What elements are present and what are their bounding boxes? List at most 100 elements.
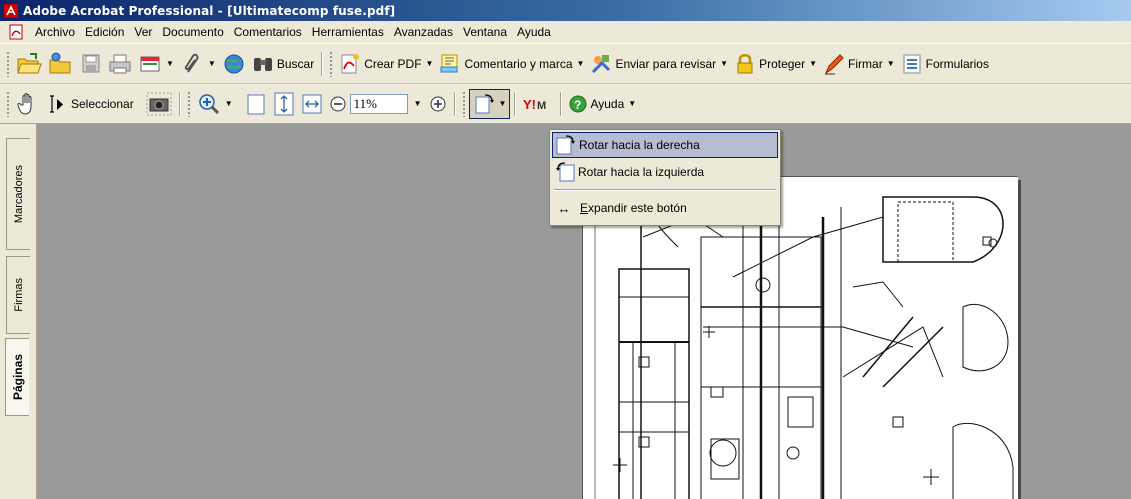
help-icon: ? bbox=[569, 95, 587, 112]
menu-ver[interactable]: Ver bbox=[129, 22, 157, 42]
hand-tool-button[interactable] bbox=[13, 90, 43, 118]
search-label: Buscar bbox=[276, 56, 315, 71]
menu-item-rotate-left[interactable]: Rotar hacia la izquierda bbox=[552, 159, 778, 185]
fit-width-button[interactable] bbox=[298, 90, 326, 118]
window-title: Adobe Acrobat Professional - [Ultimateco… bbox=[23, 3, 396, 18]
tab-marcadores[interactable]: Marcadores bbox=[6, 138, 30, 250]
fit-page-button[interactable] bbox=[270, 90, 298, 118]
title-bar: Adobe Acrobat Professional - [Ultimateco… bbox=[0, 0, 1131, 21]
save-disk-icon bbox=[82, 54, 100, 72]
comment-icon bbox=[440, 54, 458, 72]
plus-circle-icon bbox=[430, 96, 446, 111]
svg-text:M: M bbox=[537, 100, 546, 112]
toolbar-separator bbox=[560, 91, 563, 116]
pen-icon bbox=[824, 53, 844, 74]
chevron-down-icon[interactable]: ▼ bbox=[225, 99, 233, 108]
comment-markup-button[interactable]: Comentario y marca ▼ bbox=[436, 50, 587, 78]
paperclip-icon bbox=[184, 53, 199, 73]
attach-button[interactable]: ▼ bbox=[177, 50, 219, 78]
menu-comentarios[interactable]: Comentarios bbox=[229, 22, 307, 42]
sign-label: Firmar bbox=[848, 56, 883, 71]
menu-ayuda[interactable]: Ayuda bbox=[512, 22, 556, 42]
sign-button[interactable]: Firmar ▼ bbox=[820, 50, 898, 78]
minus-circle-icon bbox=[330, 96, 346, 111]
print-button[interactable] bbox=[105, 50, 135, 78]
folder-network-icon bbox=[49, 52, 71, 73]
chevron-down-icon[interactable]: ▼ bbox=[887, 59, 895, 68]
actual-size-button[interactable] bbox=[242, 90, 270, 118]
binoculars-icon bbox=[253, 57, 272, 71]
rotate-page-icon bbox=[475, 93, 494, 113]
yahoo-icon: Y! M bbox=[523, 97, 546, 112]
zoom-in-button[interactable] bbox=[426, 90, 450, 118]
tab-paginas[interactable]: Páginas bbox=[5, 338, 29, 416]
forms-button[interactable]: Formularios bbox=[898, 50, 992, 78]
toolbar-grip[interactable] bbox=[6, 90, 10, 117]
text-cursor-icon bbox=[50, 94, 63, 113]
menu-avanzadas[interactable]: Avanzadas bbox=[389, 22, 458, 42]
menu-herramientas[interactable]: Herramientas bbox=[307, 22, 389, 42]
tab-marcadores-label: Marcadores bbox=[12, 164, 25, 224]
zoom-in-tool-button[interactable]: ▼ bbox=[194, 90, 236, 118]
tab-firmas[interactable]: Firmas bbox=[6, 256, 30, 334]
camera-icon bbox=[146, 92, 172, 115]
document-icon[interactable] bbox=[8, 24, 24, 40]
expand-arrows-icon: ↔ bbox=[557, 200, 571, 216]
rotate-view-button[interactable]: ▼ bbox=[468, 88, 511, 119]
send-review-button[interactable]: Enviar para revisar ▼ bbox=[587, 50, 731, 78]
menu-item-expand-button[interactable]: ↔ Expandir este botón bbox=[552, 195, 778, 221]
save-button[interactable] bbox=[77, 50, 105, 78]
zoom-dropdown-icon[interactable]: ▼ bbox=[414, 99, 422, 108]
yahoo-button[interactable]: Y! M bbox=[520, 90, 556, 118]
rotate-left-icon bbox=[556, 162, 575, 182]
protect-button[interactable]: Proteger ▼ bbox=[731, 50, 820, 78]
chevron-down-icon[interactable]: ▼ bbox=[628, 99, 636, 108]
acrobat-icon bbox=[4, 3, 18, 18]
toolbar-separator bbox=[514, 91, 517, 116]
menu-bar: Archivo Edición Ver Documento Comentario… bbox=[0, 21, 1131, 43]
search-button[interactable]: Buscar bbox=[249, 50, 317, 78]
web-button[interactable] bbox=[219, 50, 249, 78]
help-label: Ayuda bbox=[590, 96, 625, 111]
rotate-right-icon bbox=[556, 135, 575, 155]
open-folder-icon bbox=[17, 52, 42, 73]
file-toolbar: ▼ ▼ Buscar Crear PDF ▼ Comentario y marc… bbox=[0, 43, 1131, 84]
zoom-out-button[interactable] bbox=[326, 90, 350, 118]
chevron-down-icon[interactable]: ▼ bbox=[499, 99, 507, 108]
protect-label: Proteger bbox=[759, 56, 806, 71]
create-pdf-icon bbox=[341, 53, 360, 73]
select-tool-button[interactable]: Seleccionar bbox=[43, 90, 137, 118]
chevron-down-icon[interactable]: ▼ bbox=[166, 59, 174, 68]
tab-paginas-label: Páginas bbox=[10, 353, 25, 401]
menu-edicion[interactable]: Edición bbox=[80, 22, 129, 42]
fit-page-icon bbox=[274, 92, 294, 115]
page-icon bbox=[247, 94, 265, 114]
review-icon bbox=[592, 54, 611, 73]
snapshot-button[interactable] bbox=[143, 90, 175, 118]
hand-icon bbox=[17, 92, 32, 115]
toolbar-grip[interactable] bbox=[329, 50, 334, 77]
toolbar-grip[interactable] bbox=[6, 50, 10, 77]
select-label: Seleccionar bbox=[71, 96, 134, 111]
navigation-panel: Marcadores Firmas Páginas bbox=[0, 124, 37, 499]
zoom-input[interactable]: 11% bbox=[349, 93, 408, 114]
create-pdf-button[interactable]: Crear PDF ▼ bbox=[336, 50, 436, 78]
menu-ventana[interactable]: Ventana bbox=[458, 22, 512, 42]
chevron-down-icon[interactable]: ▼ bbox=[426, 59, 434, 68]
menu-documento[interactable]: Documento bbox=[157, 22, 228, 42]
chevron-down-icon[interactable]: ▼ bbox=[720, 59, 728, 68]
chevron-down-icon[interactable]: ▼ bbox=[809, 59, 817, 68]
help-button[interactable]: ? Ayuda ▼ bbox=[566, 90, 639, 118]
open-button[interactable] bbox=[13, 50, 45, 78]
toolbar-grip[interactable] bbox=[186, 90, 191, 117]
rotate-right-label: Rotar hacia la derecha bbox=[579, 138, 700, 152]
toolbar-grip[interactable] bbox=[461, 90, 466, 117]
chevron-down-icon[interactable]: ▼ bbox=[577, 59, 585, 68]
menu-item-rotate-right[interactable]: Rotar hacia la derecha bbox=[552, 132, 778, 158]
tab-firmas-label: Firmas bbox=[12, 278, 25, 312]
organizer-button[interactable] bbox=[45, 50, 77, 78]
menu-archivo[interactable]: Archivo bbox=[30, 22, 80, 42]
chevron-down-icon[interactable]: ▼ bbox=[208, 59, 216, 68]
email-button[interactable]: ▼ bbox=[135, 50, 177, 78]
menu-separator bbox=[554, 189, 776, 191]
